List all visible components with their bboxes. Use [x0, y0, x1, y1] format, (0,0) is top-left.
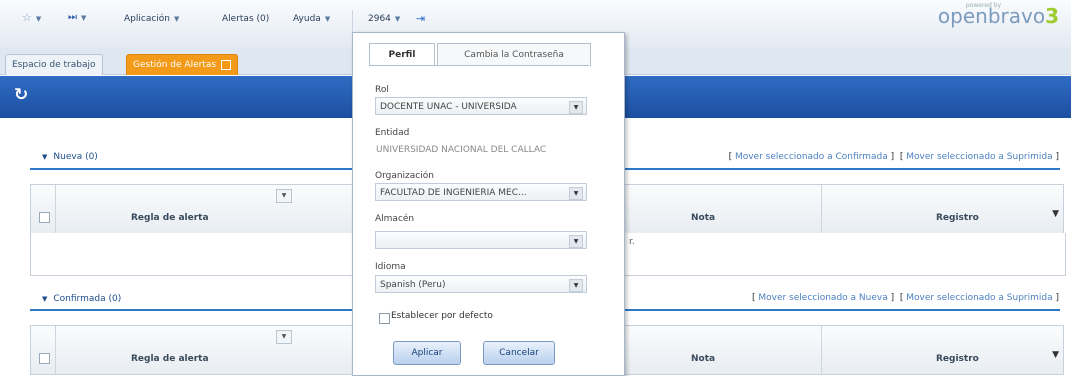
tab-change-password[interactable]: Cambia la Contraseña — [437, 43, 591, 66]
apply-button[interactable]: Aplicar — [393, 341, 461, 365]
column-header-rule[interactable]: Regla de alerta — [131, 354, 209, 364]
column-header-note[interactable]: Nota — [691, 213, 715, 223]
move-to-new-link[interactable]: Mover seleccionado a Nueva — [758, 293, 887, 303]
column-header-rule[interactable]: Regla de alerta — [131, 213, 209, 223]
logo-powered-by: powered by — [965, 2, 1002, 9]
menu-ayuda[interactable]: Ayuda ▼ — [293, 14, 330, 24]
close-tab-icon[interactable] — [221, 59, 232, 70]
role-label: Rol — [375, 85, 389, 95]
tab-profile[interactable]: Perfil — [369, 43, 435, 66]
organization-select-value: FACULTAD DE INGENIERIA MEC... — [380, 188, 527, 198]
set-default-checkbox[interactable] — [379, 313, 390, 324]
column-separator — [55, 326, 56, 374]
tab-alert-management[interactable]: Gestión de Alertas — [126, 54, 239, 75]
tab-workspace[interactable]: Espacio de trabajo — [5, 54, 103, 75]
warehouse-label: Almacén — [375, 214, 415, 224]
sort-arrow-icon[interactable]: ▼ — [1052, 209, 1059, 219]
column-header-record[interactable]: Registro — [936, 354, 979, 364]
move-to-confirmed-link[interactable]: Mover seleccionado a Confirmada — [735, 152, 888, 162]
column-separator — [821, 185, 822, 233]
section-new-title: Nueva (0) — [53, 152, 98, 162]
chevron-down-icon: ▼ — [174, 15, 180, 23]
openbravo-logo: powered by openbravo3 — [938, 2, 1059, 28]
column-header-note[interactable]: Nota — [691, 354, 715, 364]
refresh-icon[interactable]: ↻ — [14, 85, 34, 107]
section-confirmed-header[interactable]: ▼ Confirmada (0) — [42, 294, 121, 304]
profile-popup: Perfil Cambia la Contraseña Rol DOCENTE … — [352, 32, 625, 376]
expand-triangle-icon: ▼ — [42, 295, 48, 303]
select-all-checkbox[interactable] — [39, 212, 50, 223]
chevron-down-icon: ▼ — [569, 187, 583, 200]
role-select-value: DOCENTE UNAC - UNIVERSIDA — [380, 102, 517, 112]
user-profile-menu[interactable]: 2964 ▼ — [368, 14, 400, 24]
logout-icon[interactable]: ⇥ — [416, 12, 425, 25]
language-select-value: Spanish (Peru) — [380, 280, 446, 290]
user-profile-label: 2964 — [368, 14, 391, 24]
move-to-suppressed-link[interactable]: Mover seleccionado a Suprimida — [906, 293, 1052, 303]
menu-alertas[interactable]: Alertas (0) — [222, 14, 269, 24]
filter-dropdown-button[interactable]: ▼ — [276, 189, 292, 203]
section-confirmed-title: Confirmada (0) — [53, 294, 122, 304]
column-separator — [55, 185, 56, 233]
tab-underline — [369, 65, 589, 66]
menu-aplicacion-label: Aplicación — [124, 14, 170, 24]
menu-separator — [352, 10, 353, 32]
tab-alert-management-label: Gestión de Alertas — [133, 60, 217, 70]
entity-value: UNIVERSIDAD NACIONAL DEL CALLAC — [375, 140, 587, 158]
role-select[interactable]: DOCENTE UNAC - UNIVERSIDA ▼ — [375, 97, 587, 115]
column-separator — [821, 326, 822, 374]
cancel-button[interactable]: Cancelar — [483, 341, 555, 365]
organization-label: Organización — [375, 171, 434, 181]
chevron-down-icon: ▼ — [569, 235, 583, 248]
section-confirmed-actions: [ Mover seleccionado a Nueva ] [ Mover s… — [751, 293, 1059, 303]
warehouse-select[interactable]: ▼ — [375, 231, 587, 249]
quick-launch-icon[interactable]: ⏭ ▼ — [68, 12, 86, 23]
select-all-checkbox[interactable] — [39, 353, 50, 364]
chevron-down-icon: ▼ — [569, 101, 583, 114]
favorites-star-icon[interactable]: ☆ ▼ — [22, 11, 41, 24]
column-header-record[interactable]: Registro — [936, 213, 979, 223]
entity-label: Entidad — [375, 128, 410, 138]
chevron-down-icon: ▼ — [569, 279, 583, 292]
sort-arrow-icon[interactable]: ▼ — [1052, 350, 1059, 360]
chevron-down-icon: ▼ — [394, 15, 401, 23]
menu-aplicacion[interactable]: Aplicación ▼ — [124, 14, 179, 24]
move-to-suppressed-link[interactable]: Mover seleccionado a Suprimida — [906, 152, 1052, 162]
section-new-actions: [ Mover seleccionado a Confirmada ] [ Mo… — [728, 152, 1059, 162]
organization-select[interactable]: FACULTAD DE INGENIERIA MEC... ▼ — [375, 183, 587, 201]
set-default-label[interactable]: Establecer por defecto — [391, 311, 493, 321]
chevron-down-icon: ▼ — [324, 15, 331, 23]
section-new-header[interactable]: ▼ Nueva (0) — [42, 152, 98, 162]
filter-dropdown-button[interactable]: ▼ — [276, 330, 292, 344]
empty-grid-message: r. — [629, 237, 635, 247]
menu-ayuda-label: Ayuda — [293, 14, 321, 24]
logo-version: 3 — [1045, 4, 1059, 28]
expand-triangle-icon: ▼ — [42, 153, 48, 161]
language-label: Idioma — [375, 262, 406, 272]
language-select[interactable]: Spanish (Peru) ▼ — [375, 275, 587, 293]
